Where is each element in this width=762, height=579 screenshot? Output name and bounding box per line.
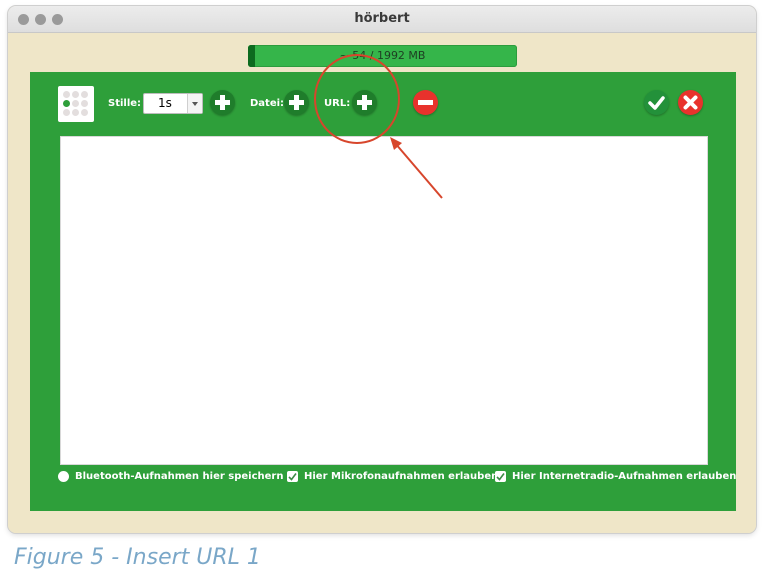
annotation-arrow <box>390 137 443 199</box>
figure-caption: Figure 5 - Insert URL 1 <box>14 545 261 570</box>
